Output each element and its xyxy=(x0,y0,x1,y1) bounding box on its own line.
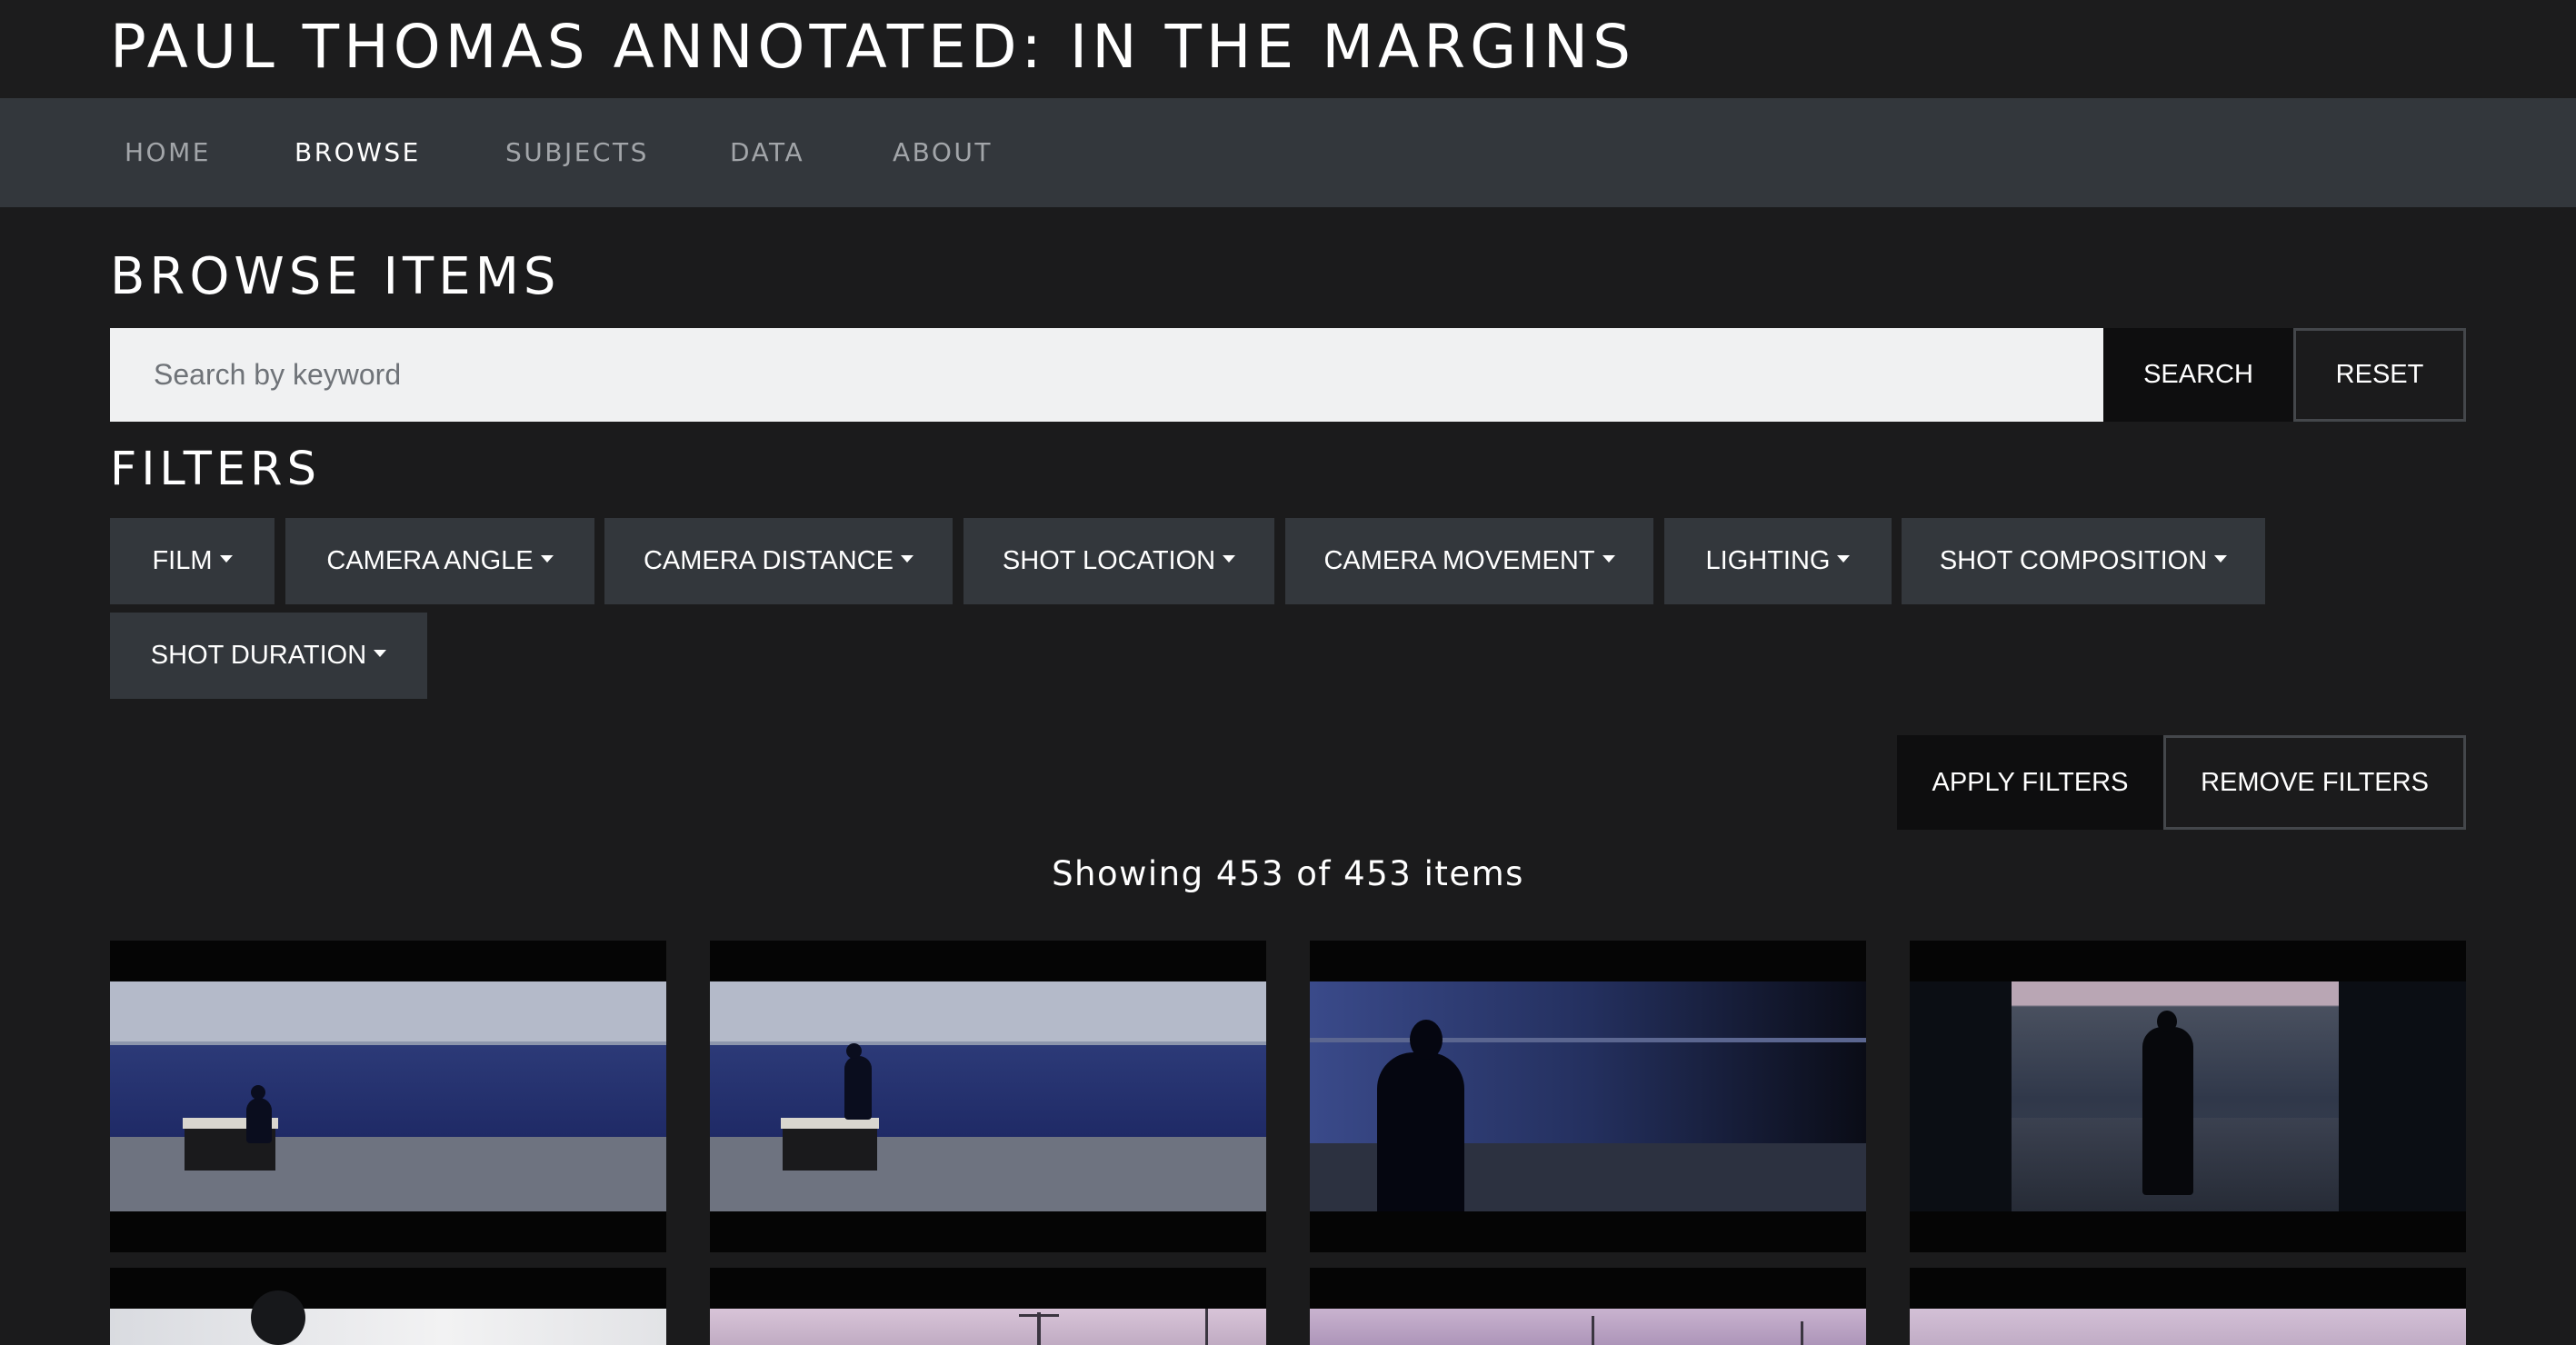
search-input[interactable] xyxy=(110,328,2103,422)
results-count: Showing 453 of 453 items xyxy=(1052,854,1524,893)
nav-item-browse[interactable]: BROWSE xyxy=(295,98,421,207)
filter-camera-movement-dropdown[interactable]: CAMERA MOVEMENT xyxy=(1285,518,1653,604)
item-thumbnail[interactable] xyxy=(110,941,666,1252)
item-thumbnail[interactable] xyxy=(1310,1268,1866,1345)
filter-film-dropdown[interactable]: FILM xyxy=(110,518,275,604)
caret-down-icon xyxy=(901,554,914,563)
thumbnail-image xyxy=(1310,981,1866,1211)
filter-shot-composition-dropdown[interactable]: SHOT COMPOSITION xyxy=(1902,518,2265,604)
filter-camera-angle-label: CAMERA ANGLE xyxy=(326,546,534,575)
search-button[interactable]: SEARCH xyxy=(2103,328,2293,422)
filters-heading: FILTERS xyxy=(110,443,321,496)
caret-down-icon xyxy=(2214,554,2228,563)
nav-item-subjects[interactable]: SUBJECTS xyxy=(505,98,649,207)
filter-shot-location-dropdown[interactable]: SHOT LOCATION xyxy=(964,518,1274,604)
item-thumbnail[interactable] xyxy=(1310,941,1866,1252)
thumbnail-image xyxy=(710,981,1266,1211)
main-navbar: HOME BROWSE SUBJECTS DATA ABOUT xyxy=(0,98,2576,207)
filter-camera-angle-dropdown[interactable]: CAMERA ANGLE xyxy=(285,518,594,604)
filter-lighting-label: LIGHTING xyxy=(1705,546,1831,575)
caret-down-icon xyxy=(540,554,554,563)
remove-filters-button[interactable]: REMOVE FILTERS xyxy=(2163,735,2466,830)
filter-film-label: FILM xyxy=(152,546,213,575)
nav-item-home[interactable]: HOME xyxy=(125,98,211,207)
thumbnail-image xyxy=(1910,981,2466,1211)
filter-shot-location-label: SHOT LOCATION xyxy=(1002,546,1216,575)
nav-item-about[interactable]: ABOUT xyxy=(893,98,993,207)
filter-shot-duration-dropdown[interactable]: SHOT DURATION xyxy=(110,613,427,699)
filter-camera-distance-dropdown[interactable]: CAMERA DISTANCE xyxy=(604,518,953,604)
caret-down-icon xyxy=(1223,554,1236,563)
item-thumbnail[interactable] xyxy=(1910,1268,2466,1345)
thumbnail-image xyxy=(1310,1309,1866,1345)
browse-heading: BROWSE ITEMS xyxy=(110,247,561,306)
thumbnail-image xyxy=(710,1309,1266,1345)
site-header: PAUL THOMAS ANNOTATED: IN THE MARGINS xyxy=(0,0,2576,98)
reset-button[interactable]: RESET xyxy=(2293,328,2466,422)
nav-item-data[interactable]: DATA xyxy=(730,98,804,207)
caret-down-icon xyxy=(374,649,387,657)
thumbnail-image xyxy=(110,1290,666,1345)
site-title[interactable]: PAUL THOMAS ANNOTATED: IN THE MARGINS xyxy=(110,5,1635,89)
item-thumbnail[interactable] xyxy=(710,1268,1266,1345)
filter-shot-duration-label: SHOT DURATION xyxy=(150,641,367,670)
filter-camera-distance-label: CAMERA DISTANCE xyxy=(643,546,894,575)
thumbnail-image xyxy=(1910,1309,2466,1345)
thumbnail-image xyxy=(110,981,666,1211)
filter-camera-movement-label: CAMERA MOVEMENT xyxy=(1323,546,1595,575)
item-thumbnail[interactable] xyxy=(710,941,1266,1252)
item-thumbnail[interactable] xyxy=(1910,941,2466,1252)
item-thumbnail[interactable] xyxy=(110,1268,666,1345)
apply-filters-button[interactable]: APPLY FILTERS xyxy=(1897,735,2163,830)
filter-shot-composition-label: SHOT COMPOSITION xyxy=(1939,546,2208,575)
caret-down-icon xyxy=(1837,554,1851,563)
caret-down-icon xyxy=(1602,554,1615,563)
filter-lighting-dropdown[interactable]: LIGHTING xyxy=(1664,518,1892,604)
caret-down-icon xyxy=(219,554,233,563)
